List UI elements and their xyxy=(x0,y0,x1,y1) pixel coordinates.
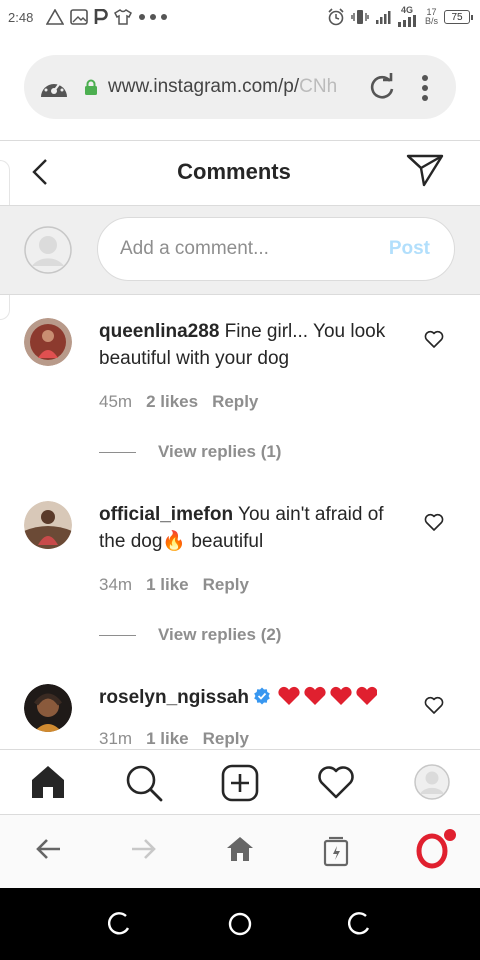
comment-item: roselyn_ngissah 31m 1 like Reply xyxy=(0,662,480,749)
post-button[interactable]: Post xyxy=(389,238,430,260)
net-speed: 17 B/s xyxy=(424,7,438,26)
comment-composer: Post xyxy=(0,205,480,295)
reply-button[interactable]: Reply xyxy=(203,575,249,594)
comment-item: official_imefon You ain't afraid of the … xyxy=(0,479,480,662)
comment-meta: 45m 2 likes Reply xyxy=(99,392,272,412)
fire-emoji: 🔥 xyxy=(162,531,187,552)
comment-likes[interactable]: 1 like xyxy=(146,729,189,748)
comment-text: roselyn_ngissah xyxy=(99,684,399,714)
p-app-icon xyxy=(94,9,108,24)
browser-home-icon[interactable] xyxy=(226,835,254,863)
shirt-icon xyxy=(114,9,132,25)
comment-username[interactable]: queenlina288 xyxy=(99,321,219,342)
comment-input[interactable] xyxy=(120,218,370,280)
vibrate-icon xyxy=(351,10,369,24)
search-icon[interactable] xyxy=(125,764,163,802)
image-icon xyxy=(70,9,88,25)
avatar[interactable] xyxy=(24,318,72,366)
speed-dial-icon[interactable] xyxy=(38,73,70,101)
signal-icon xyxy=(375,11,391,24)
more-notifications-icon xyxy=(139,14,167,20)
comment-meta: 34m 1 like Reply xyxy=(99,575,263,595)
alarm-icon xyxy=(328,8,344,26)
view-replies-button[interactable]: View replies (1) xyxy=(99,442,281,462)
comment-time: 31m xyxy=(99,729,133,748)
comment-username[interactable]: roselyn_ngissah xyxy=(99,687,249,708)
profile-avatar-icon[interactable] xyxy=(414,764,450,800)
system-navigation-bar xyxy=(0,888,480,960)
comments-list[interactable]: queenlina288 Fine girl... You look beaut… xyxy=(0,296,480,749)
comments-header: Comments xyxy=(0,141,480,205)
comment-time: 45m xyxy=(99,392,133,411)
comment-meta: 31m 1 like Reply xyxy=(99,729,263,749)
back-arrow-icon[interactable] xyxy=(34,835,62,863)
activity-heart-icon[interactable] xyxy=(317,764,355,800)
reply-button[interactable]: Reply xyxy=(212,392,258,411)
reload-icon[interactable] xyxy=(368,73,396,101)
back-icon[interactable] xyxy=(348,912,372,936)
like-heart-icon[interactable] xyxy=(424,330,444,348)
recents-icon[interactable] xyxy=(108,912,132,936)
status-bar: 2:48 4G 17 B/s 75 xyxy=(0,0,480,36)
browser-address-bar[interactable]: www.instagram.com/p/CNh xyxy=(24,55,456,119)
battery-indicator: 75 xyxy=(444,10,473,24)
comment-username[interactable]: official_imefon xyxy=(99,504,233,525)
like-heart-icon[interactable] xyxy=(424,513,444,531)
instagram-bottom-nav xyxy=(0,749,480,815)
verified-badge-icon xyxy=(254,687,270,705)
signal-4g-icon xyxy=(397,15,416,27)
opera-menu-icon[interactable] xyxy=(414,827,458,871)
comment-time: 34m xyxy=(99,575,133,594)
comment-likes[interactable]: 1 like xyxy=(146,575,189,594)
lock-icon xyxy=(85,79,97,95)
home-circle-icon[interactable] xyxy=(228,912,252,936)
comment-text: official_imefon You ain't afraid of the … xyxy=(99,504,384,552)
home-icon[interactable] xyxy=(30,764,66,800)
status-time: 2:48 xyxy=(8,10,34,25)
warning-icon xyxy=(46,9,64,25)
forward-arrow-icon[interactable] xyxy=(130,835,158,863)
network-type: 4G xyxy=(400,5,413,15)
comment-item: queenlina288 Fine girl... You look beaut… xyxy=(0,296,480,479)
view-replies-button[interactable]: View replies (2) xyxy=(99,625,281,645)
reply-button[interactable]: Reply xyxy=(203,729,249,748)
comment-likes[interactable]: 2 likes xyxy=(146,392,198,411)
page-title: Comments xyxy=(177,159,291,184)
tabs-icon[interactable] xyxy=(322,835,350,867)
url-text[interactable]: www.instagram.com/p/CNh xyxy=(108,76,378,98)
my-avatar xyxy=(24,226,72,274)
hearts-emoji xyxy=(277,686,378,714)
more-vertical-icon[interactable] xyxy=(420,75,430,101)
browser-bottom-bar xyxy=(0,815,480,888)
direct-send-icon[interactable] xyxy=(406,153,444,187)
like-heart-icon[interactable] xyxy=(424,696,444,714)
new-post-icon[interactable] xyxy=(221,764,259,802)
avatar[interactable] xyxy=(24,501,72,549)
comment-input-wrapper[interactable]: Post xyxy=(97,217,455,281)
avatar[interactable] xyxy=(24,684,72,732)
comment-text: queenlina288 Fine girl... You look beaut… xyxy=(99,321,386,369)
